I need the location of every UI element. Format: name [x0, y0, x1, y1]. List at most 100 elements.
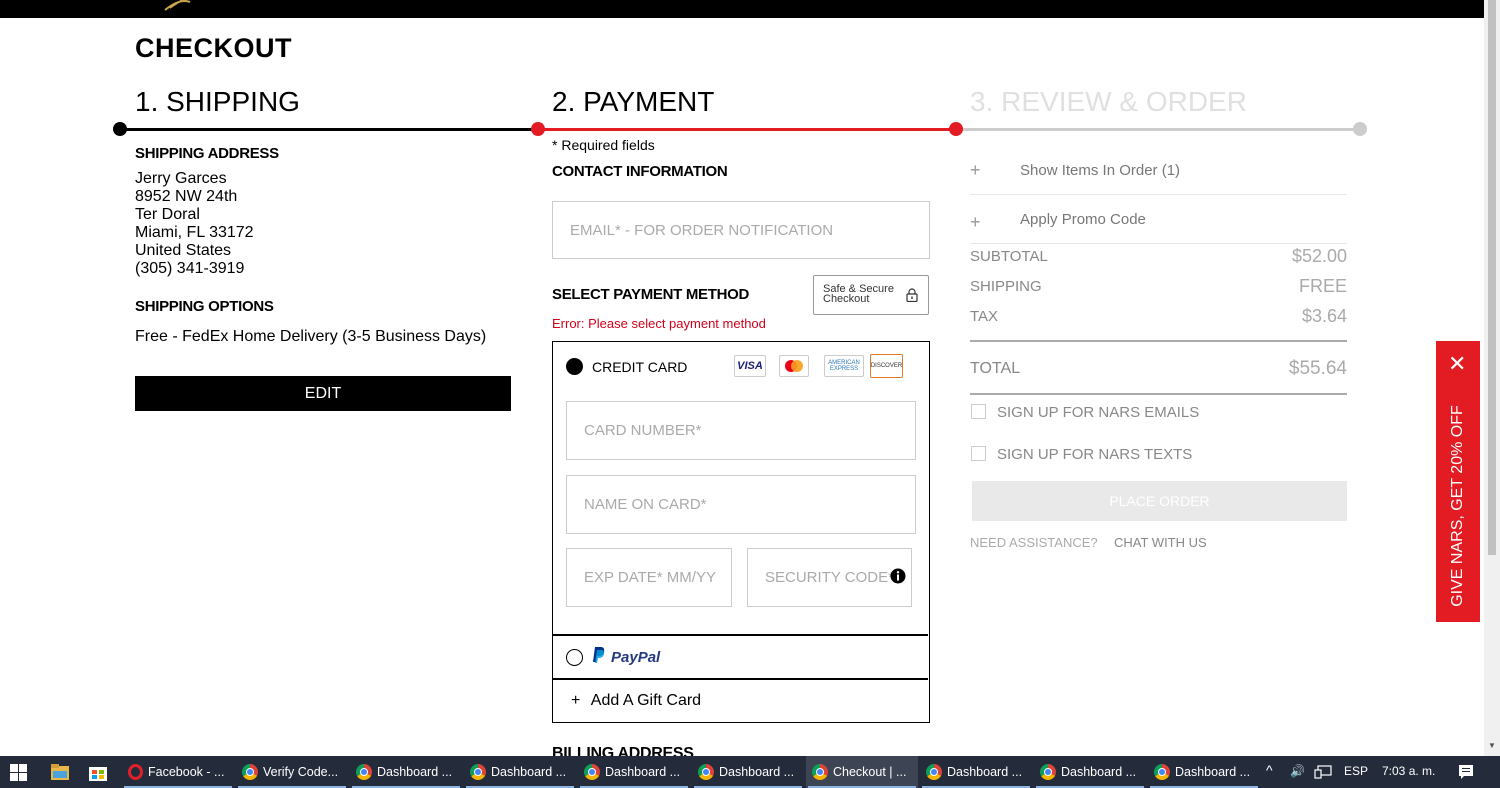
credit-card-radio[interactable] — [566, 358, 583, 375]
payment-methods-box: CREDIT CARD VISA AMERICAN EXPRESS DISCOV… — [552, 341, 930, 723]
progress-segment-payment — [538, 128, 956, 131]
paypal-radio[interactable] — [566, 649, 583, 666]
lock-icon — [906, 288, 918, 302]
windows-taskbar: Facebook - ... Verify Code... Dashboard … — [0, 756, 1500, 788]
taskbar-item-facebook[interactable]: Facebook - ... — [122, 756, 234, 788]
page-title: CHECKOUT — [135, 33, 292, 63]
taskbar-item-dashboard[interactable]: Dashboard ... — [1148, 756, 1260, 788]
show-items-toggle[interactable]: Show Items In Order (1) — [1020, 162, 1180, 179]
chrome-icon — [242, 764, 258, 780]
taskbar-item-dashboard[interactable]: Dashboard ... — [1034, 756, 1146, 788]
email-field[interactable]: EMAIL* - FOR ORDER NOTIFICATION — [552, 201, 930, 259]
add-gift-card-link[interactable]: + Add A Gift Card — [571, 692, 701, 710]
required-mark: * — [552, 137, 558, 153]
address-city: Miami, FL 33172 — [135, 224, 254, 241]
taskbar-item-dashboard[interactable]: Dashboard ... — [920, 756, 1032, 788]
shipping-address: Jerry Garces 8952 NW 24th Ter Doral Miam… — [135, 170, 254, 278]
required-text: Required fields — [561, 137, 655, 153]
taskbar-item-dashboard[interactable]: Dashboard ... — [350, 756, 462, 788]
subtotal-value: $52.00 — [1291, 246, 1347, 266]
expiry-date-field[interactable]: EXP DATE* MM/YY — [566, 548, 732, 607]
total-label: TOTAL — [970, 360, 1021, 377]
info-icon[interactable] — [890, 568, 906, 584]
nars-texts-checkbox[interactable] — [971, 446, 986, 461]
plus-icon: + — [571, 692, 581, 709]
taskbar-item-verify-code[interactable]: Verify Code... — [236, 756, 348, 788]
expand-items-plus-icon[interactable]: + — [970, 160, 981, 181]
amex-logo: AMERICAN EXPRESS — [824, 355, 864, 377]
promo-tab-text: GIVE NARS, GET 20% OFF — [1449, 405, 1466, 607]
nars-texts-label: SIGN UP FOR NARS TEXTS — [997, 446, 1193, 463]
edit-shipping-button[interactable]: EDIT — [135, 376, 511, 411]
paypal-icon — [593, 647, 605, 663]
scroll-down-arrow-icon[interactable]: ▼ — [1488, 741, 1496, 750]
chrome-icon — [926, 764, 942, 780]
taskbar-item-checkout[interactable]: Checkout | ... — [806, 756, 918, 788]
paypal-label: PayPal — [611, 649, 661, 666]
chrome-icon — [1040, 764, 1056, 780]
secure-checkout-badge: Safe & Secure Checkout — [813, 275, 929, 315]
required-fields-note: * Required fields — [552, 137, 655, 153]
chrome-icon — [584, 764, 600, 780]
divider — [553, 678, 928, 680]
progress-dot-review — [1353, 122, 1367, 136]
promo-side-tab[interactable]: ✕ GIVE NARS, GET 20% OFF — [1436, 341, 1480, 622]
address-country: United States — [135, 242, 232, 259]
contact-info-heading: CONTACT INFORMATION — [552, 163, 728, 180]
discover-logo: DISCOVER — [870, 354, 903, 378]
taskbar-item-dashboard[interactable]: Dashboard ... — [464, 756, 576, 788]
payment-method-heading: SELECT PAYMENT METHOD — [552, 286, 750, 303]
nars-emails-checkbox[interactable] — [971, 404, 986, 419]
subtotal-label: SUBTOTAL — [970, 248, 1048, 265]
windows-start-icon[interactable] — [10, 764, 27, 781]
shipping-option: Free - FedEx Home Delivery (3-5 Business… — [135, 328, 487, 345]
chrome-icon — [812, 764, 828, 780]
divider — [970, 243, 1347, 244]
network-icon[interactable] — [1314, 765, 1332, 779]
store-icon[interactable] — [89, 764, 107, 781]
page-scrollbar[interactable]: ▼ — [1484, 0, 1500, 756]
taskbar-item-dashboard[interactable]: Dashboard ... — [578, 756, 690, 788]
step-payment: 2. PAYMENT — [552, 86, 715, 117]
total-divider — [970, 340, 1347, 342]
shipping-options-heading: SHIPPING OPTIONS — [135, 298, 274, 315]
divider — [553, 634, 928, 636]
name-on-card-field[interactable]: NAME ON CARD* — [566, 475, 916, 534]
notifications-icon[interactable] — [1458, 764, 1474, 780]
mastercard-logo — [779, 355, 809, 377]
clock[interactable]: 7:03 a. m. — [1382, 764, 1435, 778]
close-icon[interactable]: ✕ — [1448, 353, 1466, 375]
shipping-address-heading: SHIPPING ADDRESS — [135, 145, 279, 162]
security-code-field[interactable]: SECURITY CODE* — [747, 548, 912, 607]
language-indicator[interactable]: ESP — [1344, 764, 1368, 778]
file-explorer-icon[interactable] — [51, 764, 69, 780]
site-logo[interactable] — [160, 0, 220, 16]
visa-logo: VISA — [734, 355, 766, 377]
scrollbar-thumb[interactable] — [1488, 0, 1496, 555]
step-review: 3. REVIEW & ORDER — [970, 86, 1247, 117]
progress-segment-review — [956, 128, 1360, 131]
need-assistance-label: NEED ASSISTANCE? — [970, 535, 1098, 550]
promo-plus-icon[interactable]: + — [970, 212, 981, 233]
tray-chevron-up-icon[interactable]: ^ — [1266, 762, 1273, 778]
total-value: $55.64 — [1288, 358, 1347, 379]
chrome-icon — [1154, 764, 1170, 780]
add-gift-card-label: Add A Gift Card — [590, 692, 702, 709]
shipping-value: FREE — [1298, 276, 1347, 296]
tax-label: TAX — [970, 308, 999, 325]
card-number-field[interactable]: CARD NUMBER* — [566, 401, 916, 460]
progress-dot-shipping — [113, 122, 127, 136]
progress-dot-payment-end — [949, 122, 963, 136]
volume-icon[interactable]: 🔊 — [1290, 764, 1305, 778]
address-street2: Ter Doral — [135, 206, 200, 223]
taskbar-item-dashboard[interactable]: Dashboard ... — [692, 756, 804, 788]
chat-with-us-link[interactable]: CHAT WITH US — [1114, 535, 1207, 550]
apply-promo-toggle[interactable]: Apply Promo Code — [1020, 211, 1146, 228]
address-phone: (305) 341-3919 — [135, 260, 245, 277]
place-order-button[interactable]: PLACE ORDER — [972, 481, 1347, 521]
address-street: 8952 NW 24th — [135, 188, 238, 205]
payment-error-message: Error: Please select payment method — [552, 316, 766, 331]
opera-icon — [128, 764, 143, 780]
divider — [970, 194, 1347, 195]
tax-value: $3.64 — [1301, 306, 1347, 326]
